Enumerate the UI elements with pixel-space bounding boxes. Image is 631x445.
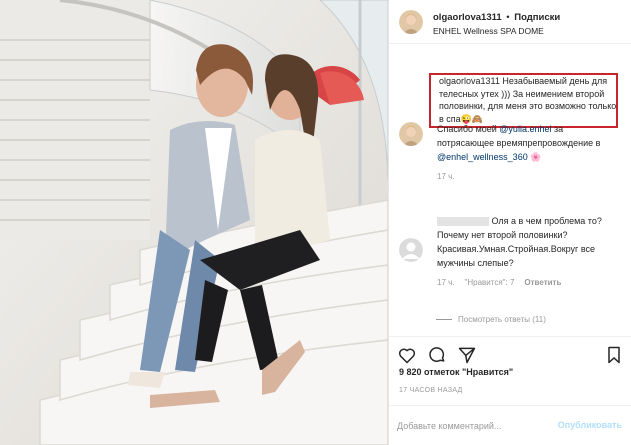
author-avatar[interactable]: [399, 10, 423, 34]
separator-dot: •: [506, 12, 510, 23]
publish-button[interactable]: Опубликовать: [558, 420, 622, 430]
comment-meta: 17 ч.: [437, 170, 622, 184]
likes-count[interactable]: 9 820 отметок "Нравится": [399, 367, 513, 377]
comment-time[interactable]: 17 ч.: [437, 278, 455, 287]
comment-text-part: Спасибо моей: [437, 124, 500, 134]
author-username[interactable]: olgaorlova1311: [433, 12, 502, 23]
comment-body: Спасибо моей @yulia.enhel за потрясающее…: [437, 122, 622, 184]
hidden-username[interactable]: [437, 217, 489, 227]
comment-time[interactable]: 17 ч.: [437, 172, 455, 181]
comment-body: Оля а в чем проблема то?Почему нет второ…: [437, 214, 622, 290]
post-photo[interactable]: [0, 0, 388, 445]
post-timestamp[interactable]: 17 ЧАСОВ НАЗАД: [399, 387, 463, 394]
share-icon[interactable]: [457, 345, 477, 365]
post-panel: olgaorlova1311 • Подписки ENHEL Wellness…: [388, 0, 631, 445]
flower-emoji: 🌸: [530, 152, 542, 162]
user-avatar-icon: [399, 10, 423, 34]
mention-link[interactable]: @enhel_wellness_360: [437, 152, 528, 162]
follow-button[interactable]: Подписки: [514, 12, 560, 23]
comment-text: Оля а в чем проблема то?Почему нет второ…: [437, 214, 622, 270]
view-replies-label: Посмотреть ответы (11): [458, 315, 546, 324]
post-caption: olgaorlova1311 Незабываемый день для тел…: [439, 75, 617, 125]
mention-link[interactable]: @yulia.enhel: [499, 124, 551, 134]
comment-meta: 17 ч. "Нравится": 7 Ответить: [437, 276, 622, 290]
location-link[interactable]: ENHEL Wellness SPA DOME: [433, 26, 544, 36]
commenter-avatar[interactable]: [399, 238, 423, 262]
user-avatar-icon: [399, 122, 423, 146]
caption-username[interactable]: olgaorlova1311: [439, 76, 500, 86]
author-line: olgaorlova1311 • Подписки: [433, 12, 560, 23]
default-avatar-icon: [399, 238, 423, 262]
commenter-avatar[interactable]: [399, 122, 423, 146]
replies-line: [436, 319, 452, 321]
comment-text: Спасибо моей @yulia.enhel за потрясающее…: [437, 122, 622, 164]
post-header: olgaorlova1311 • Подписки ENHEL Wellness…: [389, 0, 631, 44]
comment-icon[interactable]: [427, 345, 447, 365]
comment-input[interactable]: [397, 418, 557, 434]
heart-icon[interactable]: [397, 345, 417, 365]
comment-likes[interactable]: "Нравится": 7: [465, 278, 515, 287]
action-bar: [389, 336, 631, 370]
bookmark-icon[interactable]: [604, 345, 624, 365]
reply-button[interactable]: Ответить: [524, 278, 561, 287]
add-comment-bar: Опубликовать: [389, 405, 631, 445]
view-replies-button[interactable]: Посмотреть ответы (11): [436, 315, 546, 324]
